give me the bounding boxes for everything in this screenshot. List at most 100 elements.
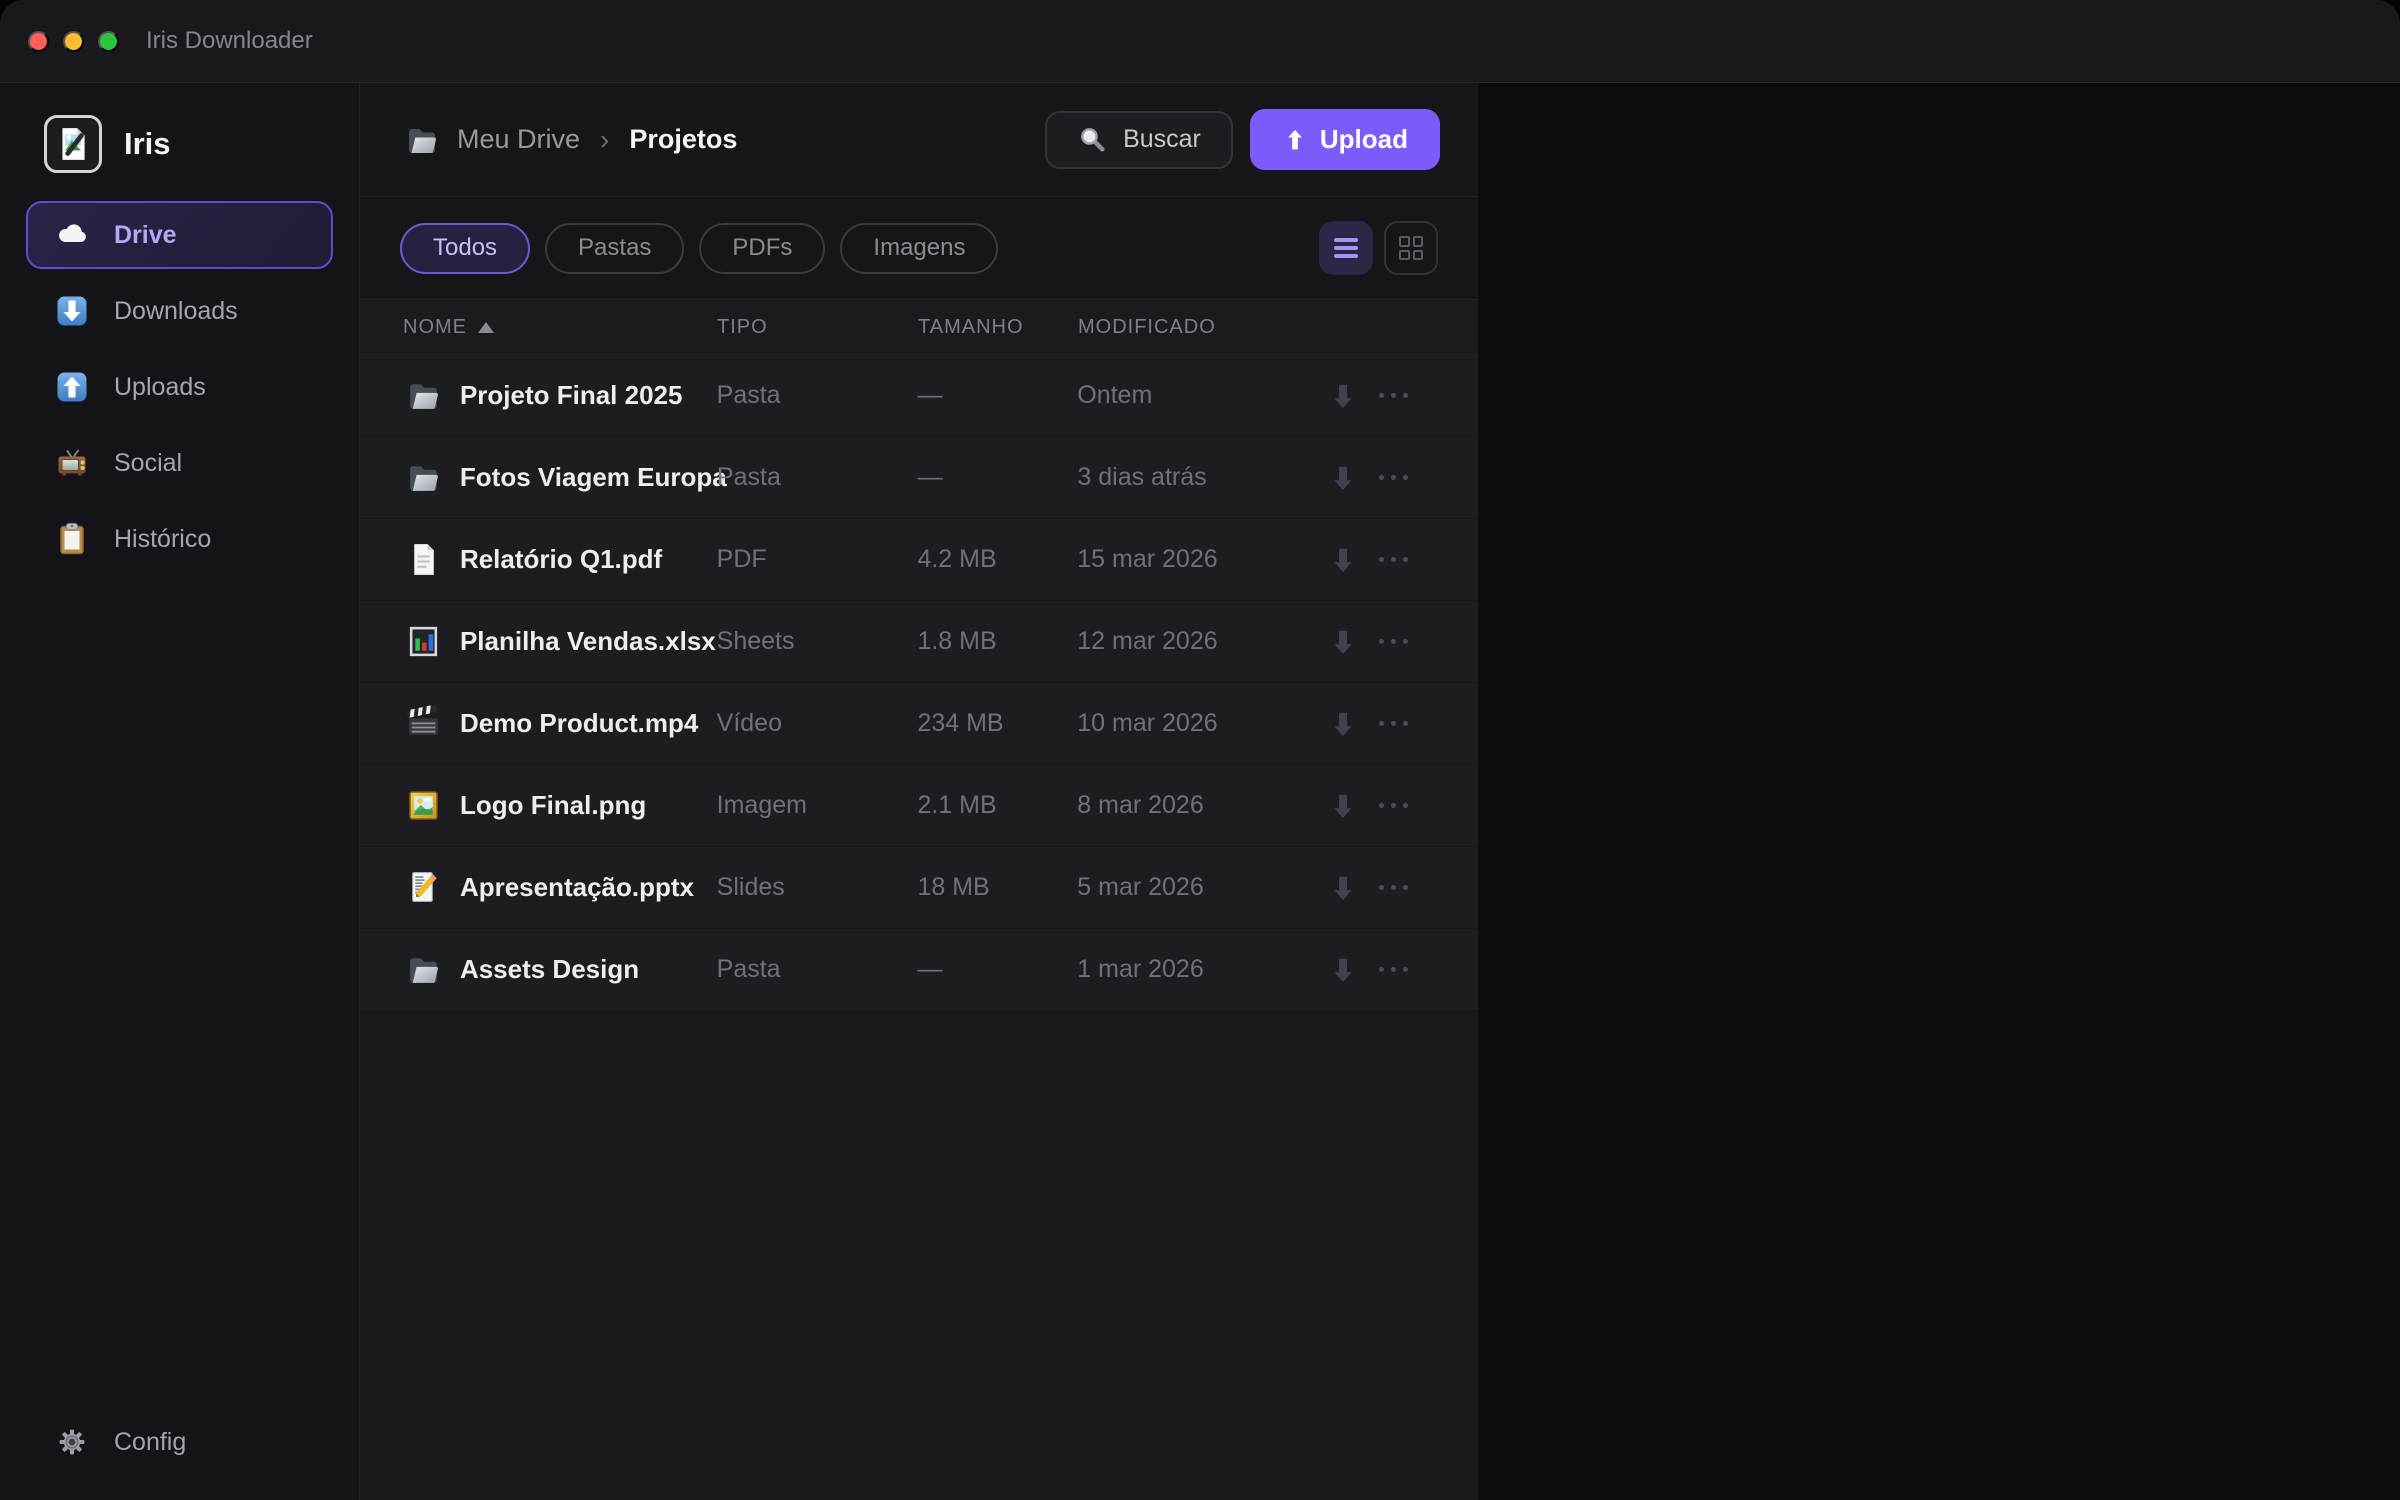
- table-row[interactable]: Planilha Vendas.xlsxSheets1.8 MB12 mar 2…: [360, 601, 1478, 683]
- more-options-button[interactable]: [1379, 967, 1408, 972]
- upload-arrow-icon: [1282, 127, 1308, 153]
- window-title: Iris Downloader: [146, 27, 313, 55]
- breadcrumb-parent[interactable]: Meu Drive: [457, 124, 580, 155]
- sidebar-item-drive[interactable]: Drive: [26, 201, 333, 269]
- sort-asc-icon: [478, 322, 494, 333]
- more-options-button[interactable]: [1379, 557, 1408, 562]
- video-file-icon: [405, 705, 442, 742]
- more-options-button[interactable]: [1379, 721, 1408, 726]
- row-actions: [1327, 954, 1478, 986]
- file-type-icon-cell: [405, 705, 460, 742]
- close-window-button[interactable]: [28, 31, 49, 52]
- file-modified: 1 mar 2026: [1077, 955, 1327, 984]
- table-row[interactable]: Logo Final.pngImagem2.1 MB8 mar 2026: [360, 765, 1478, 847]
- search-icon: [1077, 124, 1109, 156]
- download-arrow-icon: [1327, 544, 1359, 576]
- empty-area: [1478, 83, 2400, 1500]
- folder-file-icon: [405, 377, 442, 414]
- column-header-tipo[interactable]: TIPO: [717, 316, 918, 339]
- app-window: Iris Downloader Iris Drive Downloads Uploa…: [0, 0, 2400, 1500]
- file-list: Projeto Final 2025Pasta—OntemFotos Viage…: [360, 355, 1478, 1011]
- file-name: Demo Product.mp4: [460, 708, 717, 739]
- sheets-file-icon: [405, 623, 442, 660]
- download-button[interactable]: [1327, 790, 1359, 822]
- file-type-icon-cell: [405, 869, 460, 906]
- sidebar-item-config[interactable]: Config: [26, 1408, 333, 1476]
- file-size: —: [917, 955, 1077, 984]
- file-type: Vídeo: [717, 709, 918, 738]
- table-row[interactable]: Apresentação.pptxSlides18 MB5 mar 2026: [360, 847, 1478, 929]
- main-panel: Meu Drive › Projetos Buscar Upload Todos…: [360, 83, 1478, 1500]
- breadcrumb-separator: ›: [597, 124, 612, 156]
- table-row[interactable]: Assets DesignPasta—1 mar 2026: [360, 929, 1478, 1011]
- download-button[interactable]: [1327, 708, 1359, 740]
- file-name: Assets Design: [460, 954, 717, 985]
- file-type-icon-cell: [405, 377, 460, 414]
- more-options-button[interactable]: [1379, 803, 1408, 808]
- download-button[interactable]: [1327, 954, 1359, 986]
- row-actions: [1327, 626, 1478, 658]
- file-type: Slides: [717, 873, 918, 902]
- filter-chips: Todos Pastas PDFs Imagens: [400, 223, 1013, 274]
- more-options-button[interactable]: [1379, 639, 1408, 644]
- filter-chip-pastas[interactable]: Pastas: [545, 223, 684, 274]
- file-name: Projeto Final 2025: [460, 380, 717, 411]
- grid-view-button[interactable]: [1384, 221, 1438, 275]
- table-row[interactable]: Relatório Q1.pdfPDF4.2 MB15 mar 2026: [360, 519, 1478, 601]
- row-actions: [1327, 544, 1478, 576]
- app-name: Iris: [124, 126, 171, 162]
- traffic-lights: [28, 31, 119, 52]
- folder-file-icon: [405, 951, 442, 988]
- filter-chip-todos[interactable]: Todos: [400, 223, 530, 274]
- file-size: 234 MB: [917, 709, 1077, 738]
- search-button[interactable]: Buscar: [1045, 111, 1233, 169]
- filter-chip-imagens[interactable]: Imagens: [840, 223, 998, 274]
- column-header-nome[interactable]: NOME: [403, 316, 717, 339]
- folder-file-icon: [405, 459, 442, 496]
- file-type: Sheets: [717, 627, 918, 656]
- slides-file-icon: [405, 869, 442, 906]
- header-bar: Meu Drive › Projetos Buscar Upload: [360, 83, 1478, 197]
- filter-chip-pdfs[interactable]: PDFs: [699, 223, 825, 274]
- gear-icon: [54, 1424, 90, 1460]
- file-type: Pasta: [717, 955, 918, 984]
- minimize-window-button[interactable]: [63, 31, 84, 52]
- download-button[interactable]: [1327, 626, 1359, 658]
- more-options-button[interactable]: [1379, 885, 1408, 890]
- table-row[interactable]: Projeto Final 2025Pasta—Ontem: [360, 355, 1478, 437]
- download-button[interactable]: [1327, 462, 1359, 494]
- more-options-button[interactable]: [1379, 393, 1408, 398]
- file-name: Fotos Viagem Europa: [460, 462, 717, 493]
- download-square-icon: [54, 293, 90, 329]
- download-button[interactable]: [1327, 544, 1359, 576]
- file-size: 1.8 MB: [917, 627, 1077, 656]
- grid-icon: [1399, 236, 1423, 260]
- column-header-modificado[interactable]: MODIFICADO: [1078, 316, 1478, 339]
- file-size: 4.2 MB: [917, 545, 1077, 574]
- more-options-button[interactable]: [1379, 475, 1408, 480]
- sidebar-item-downloads[interactable]: Downloads: [26, 277, 333, 345]
- file-type: PDF: [717, 545, 918, 574]
- download-arrow-icon: [1327, 626, 1359, 658]
- table-row[interactable]: Demo Product.mp4Vídeo234 MB10 mar 2026: [360, 683, 1478, 765]
- sidebar-item-social[interactable]: Social: [26, 429, 333, 497]
- empty-list-area: [360, 1011, 1478, 1500]
- table-row[interactable]: Fotos Viagem EuropaPasta—3 dias atrás: [360, 437, 1478, 519]
- sidebar-item-historico[interactable]: Histórico: [26, 505, 333, 573]
- folder-icon: [404, 122, 440, 158]
- list-view-button[interactable]: [1319, 221, 1373, 275]
- file-size: 18 MB: [917, 873, 1077, 902]
- download-button[interactable]: [1327, 380, 1359, 412]
- image-file-icon: [54, 125, 92, 163]
- sidebar-item-uploads[interactable]: Uploads: [26, 353, 333, 421]
- filter-bar: Todos Pastas PDFs Imagens: [360, 197, 1478, 300]
- file-modified: 3 dias atrás: [1077, 463, 1327, 492]
- zoom-window-button[interactable]: [98, 31, 119, 52]
- file-modified: Ontem: [1077, 381, 1327, 410]
- upload-square-icon: [54, 369, 90, 405]
- pdf-file-icon: [405, 541, 442, 578]
- download-button[interactable]: [1327, 872, 1359, 904]
- column-header-tamanho[interactable]: TAMANHO: [918, 316, 1078, 339]
- file-type: Pasta: [717, 381, 918, 410]
- upload-button[interactable]: Upload: [1250, 109, 1440, 170]
